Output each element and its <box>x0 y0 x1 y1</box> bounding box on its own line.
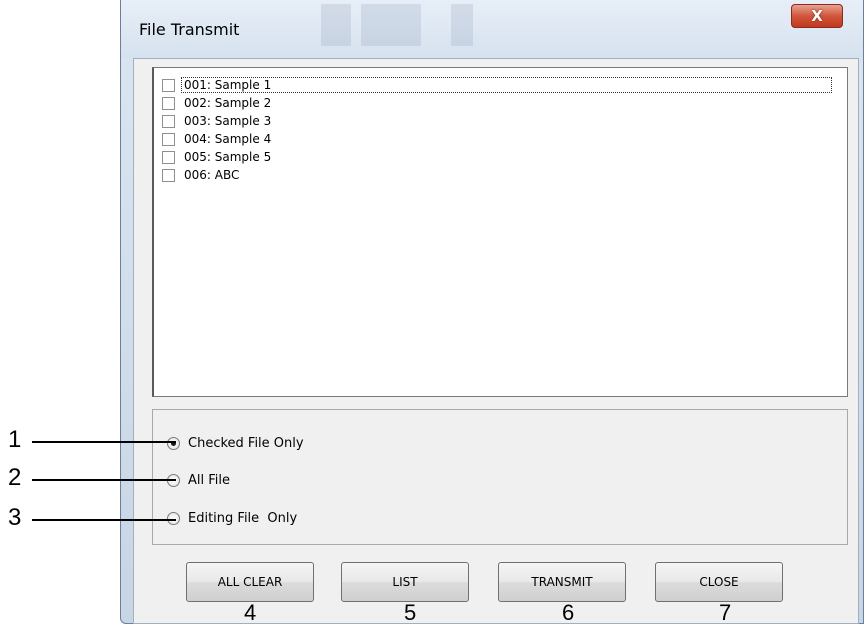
callout-number: 6 <box>562 600 575 625</box>
list-item[interactable]: 004: Sample 4 <box>162 130 273 148</box>
file-checkbox[interactable] <box>162 168 175 182</box>
radio-editing-file-only[interactable]: Editing File Only <box>167 511 297 526</box>
file-transmit-window: File Transmit X 001: Sample 1 002: Sampl… <box>120 0 864 624</box>
file-checkbox[interactable] <box>162 96 175 110</box>
callout-number: 7 <box>719 600 732 625</box>
list-item[interactable]: 002: Sample 2 <box>162 94 273 112</box>
close-icon: X <box>811 7 823 25</box>
callout-number: 1 <box>8 426 22 453</box>
window-title: File Transmit <box>139 20 240 39</box>
file-checkbox[interactable] <box>162 150 175 164</box>
window-close-button[interactable]: X <box>791 4 843 28</box>
file-checkbox[interactable] <box>162 132 175 146</box>
file-label: 005: Sample 5 <box>184 150 272 164</box>
radio-label: Checked File Only <box>188 436 304 451</box>
callout-line <box>32 441 176 443</box>
radio-all-file[interactable]: All File <box>167 473 230 488</box>
list-item[interactable]: 005: Sample 5 <box>162 148 273 166</box>
callout-number: 4 <box>244 600 257 625</box>
dialog-client-area: 001: Sample 1 002: Sample 2 003: Sample … <box>133 58 859 624</box>
file-label: 001: Sample 1 <box>181 77 832 93</box>
file-checkbox[interactable] <box>162 114 175 128</box>
transmit-mode-group: Checked File Only All File Editing File … <box>152 409 848 545</box>
list-item[interactable]: 006: ABC <box>162 166 241 184</box>
titlebar-reflection <box>321 4 351 46</box>
all-clear-button[interactable]: ALL CLEAR <box>186 562 314 602</box>
file-label: 003: Sample 3 <box>184 114 272 128</box>
close-button[interactable]: CLOSE <box>655 562 783 602</box>
file-checkbox[interactable] <box>162 78 175 92</box>
titlebar-reflection <box>451 4 473 46</box>
list-button[interactable]: LIST <box>341 562 469 602</box>
callout-number: 3 <box>8 504 22 531</box>
callout-number: 5 <box>404 600 417 625</box>
file-label: 004: Sample 4 <box>184 132 272 146</box>
title-bar[interactable]: File Transmit X <box>121 0 863 58</box>
file-label: 006: ABC <box>184 168 240 182</box>
file-label: 002: Sample 2 <box>184 96 272 110</box>
radio-label: All File <box>188 473 231 488</box>
radio-label: Editing File Only <box>188 511 298 526</box>
transmit-button[interactable]: TRANSMIT <box>498 562 626 602</box>
list-item[interactable]: 003: Sample 3 <box>162 112 273 130</box>
list-item[interactable]: 001: Sample 1 <box>162 76 832 94</box>
callout-line <box>32 519 176 521</box>
radio-button[interactable] <box>167 437 180 450</box>
callout-line <box>32 479 176 481</box>
titlebar-reflection <box>361 4 421 46</box>
radio-checked-file-only[interactable]: Checked File Only <box>167 436 304 451</box>
callout-number: 2 <box>8 464 22 491</box>
file-checklist[interactable]: 001: Sample 1 002: Sample 2 003: Sample … <box>152 67 848 397</box>
